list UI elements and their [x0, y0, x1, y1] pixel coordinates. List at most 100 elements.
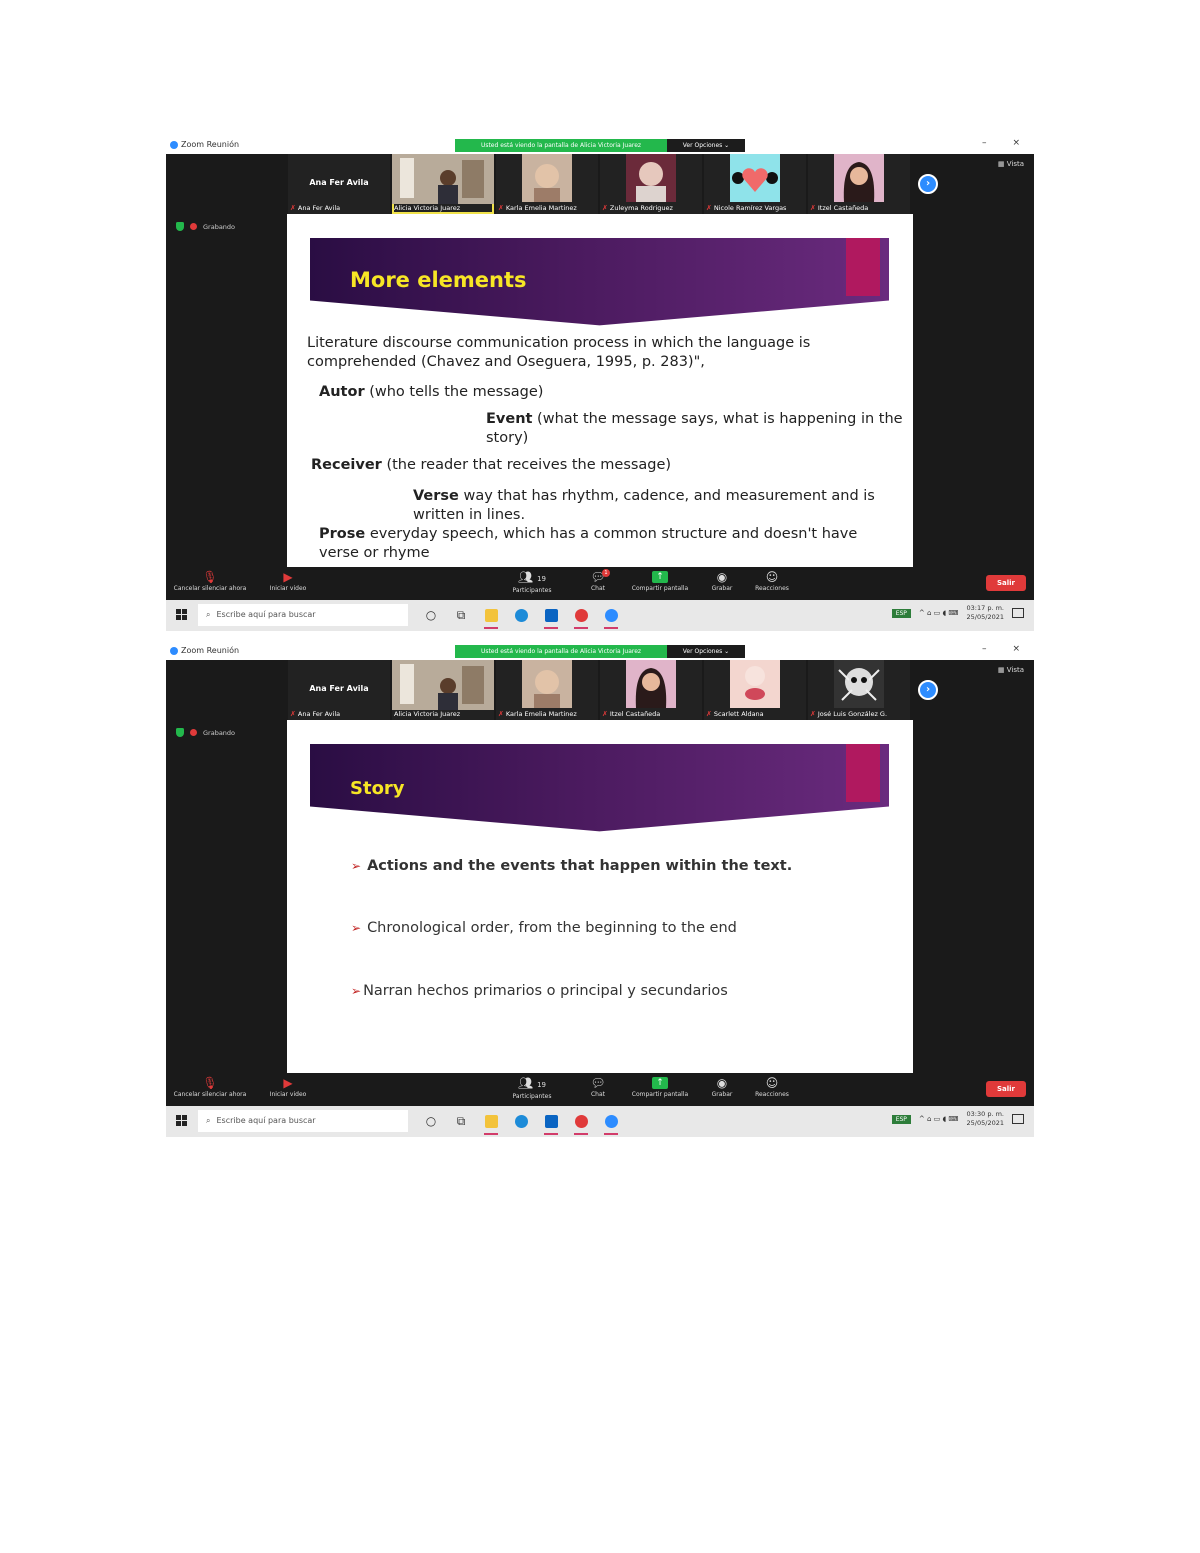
cortana-icon[interactable]: ○: [421, 1111, 441, 1131]
windows-taskbar: ⌕ Escribe aquí para buscar ○ ⧉ ESP ^ ⌂ ▭ …: [166, 1106, 1034, 1137]
tray-icons[interactable]: ^ ⌂ ▭ ◖ ⌨: [919, 1115, 959, 1123]
shield-icon[interactable]: [176, 222, 184, 231]
record-dot-icon: [190, 223, 197, 230]
leave-button[interactable]: Salir: [986, 1081, 1026, 1097]
minimize-button[interactable]: –: [982, 644, 987, 654]
participant-tile[interactable]: ✗ José Luis González G.: [808, 660, 910, 720]
slide-title: Story: [350, 778, 405, 799]
edge-icon[interactable]: [511, 605, 531, 625]
participant-video: [626, 660, 676, 708]
cortana-icon[interactable]: ○: [421, 605, 441, 625]
unmute-button[interactable]: 🎙︎ Cancelar silenciar ahora: [170, 1075, 250, 1098]
language-badge[interactable]: ESP: [891, 608, 911, 618]
arrow-bullet-icon: ➢: [351, 921, 362, 935]
next-page-icon[interactable]: ›: [918, 680, 938, 700]
view-options-button[interactable]: Ver Opciones ⌄: [667, 645, 745, 658]
participant-name-display: Ana Fer Avila: [309, 178, 369, 187]
slide-title-bar: Story: [310, 744, 889, 836]
zoom-logo-icon: [170, 140, 178, 149]
window-title: Zoom Reunión: [170, 140, 239, 149]
participant-tile[interactable]: Ana Fer Avila ✗ Ana Fer Avila: [288, 660, 390, 720]
notification-icon[interactable]: [1012, 1114, 1024, 1124]
next-page-icon[interactable]: ›: [918, 174, 938, 194]
outlook-icon[interactable]: [541, 605, 561, 629]
view-button[interactable]: ▦ Vista: [998, 666, 1024, 674]
zoom-screenshot-2: Zoom Reunión Usted está viendo la pantal…: [166, 643, 1034, 1137]
participant-video: [522, 154, 572, 202]
slide-item-verse: Verse way that has rhythm, cadence, and …: [413, 488, 875, 523]
file-explorer-icon[interactable]: [481, 1111, 501, 1135]
slide-title-bar: More elements: [310, 238, 889, 330]
file-explorer-icon[interactable]: [481, 605, 501, 629]
shield-icon[interactable]: [176, 728, 184, 737]
participant-tile[interactable]: ✗ Zuleyma Rodriguez: [600, 154, 702, 214]
mic-off-icon: ✗: [290, 204, 296, 212]
participant-tile[interactable]: ✗ Itzel Castañeda: [600, 660, 702, 720]
participant-video: [392, 660, 494, 710]
zoom-logo-icon: [170, 646, 178, 655]
windows-start-icon[interactable]: [176, 1115, 187, 1126]
participants-icon: 👥︎ 19: [518, 570, 546, 584]
meeting-status: Grabando: [176, 222, 235, 231]
taskbar-search-input[interactable]: ⌕ Escribe aquí para buscar: [198, 1110, 408, 1132]
participant-tile[interactable]: ✗ Scarlett Aldana: [704, 660, 806, 720]
mic-off-icon: ✗: [810, 710, 816, 718]
task-view-icon[interactable]: ⧉: [451, 1111, 471, 1131]
tray-icons[interactable]: ^ ⌂ ▭ ◖ ⌨: [919, 609, 959, 617]
edge-icon[interactable]: [511, 1111, 531, 1131]
view-button[interactable]: ▦ Vista: [998, 160, 1024, 168]
notification-icon[interactable]: [1012, 608, 1024, 618]
start-video-button[interactable]: ▶︎ Iniciar video: [248, 569, 328, 592]
record-icon: ◉: [716, 570, 728, 584]
close-button[interactable]: ×: [1012, 138, 1020, 148]
mic-off-icon: ✗: [602, 204, 608, 212]
language-badge[interactable]: ESP: [891, 1114, 911, 1124]
slide-title: More elements: [350, 268, 527, 292]
task-view-icon[interactable]: ⧉: [451, 605, 471, 625]
shared-slide: More elements Literature discourse commu…: [287, 214, 913, 567]
participant-video: [392, 154, 494, 204]
slide-item-prose: Prose everyday speech, which has a commo…: [319, 526, 858, 561]
participant-tile[interactable]: ✗ Itzel Castañeda: [808, 154, 910, 214]
slide-item-event: Event (what the message says, what is ha…: [486, 411, 903, 446]
reactions-button[interactable]: ☺ Reacciones: [732, 1075, 812, 1098]
participant-tile[interactable]: ✗ Karla Emelia Martinez: [496, 660, 598, 720]
participant-tile[interactable]: ✗ Nicole Ramírez Vargas: [704, 154, 806, 214]
window-titlebar: Zoom Reunión Usted está viendo la pantal…: [166, 137, 1034, 154]
windows-start-icon[interactable]: [176, 609, 187, 620]
share-screen-icon: ↑: [652, 571, 668, 583]
system-tray: ESP ^ ⌂ ▭ ◖ ⌨ 03:30 p. m. 25/05/2021: [891, 1110, 1024, 1128]
participant-tile[interactable]: Alicia Victoria Juarez: [392, 660, 494, 720]
chrome-icon[interactable]: [601, 1111, 621, 1135]
share-banner: Usted está viendo la pantalla de Alicia …: [455, 645, 667, 658]
start-video-button[interactable]: ▶︎ Iniciar video: [248, 1075, 328, 1098]
window-controls: – ×: [982, 644, 1020, 654]
participant-tile[interactable]: Ana Fer Avila ✗ Ana Fer Avila: [288, 154, 390, 214]
taskbar-apps: ○ ⧉: [421, 1111, 621, 1135]
chrome-icon[interactable]: [601, 605, 621, 629]
outlook-icon[interactable]: [541, 1111, 561, 1135]
word-icon[interactable]: [571, 605, 591, 629]
mic-off-icon: ✗: [602, 710, 608, 718]
meeting-area: Ana Fer Avila ✗ Ana Fer Avila Alicia Vict…: [166, 154, 1034, 600]
participant-tile-active[interactable]: Alicia Victoria Juarez: [392, 154, 494, 214]
slide-bullet: ➢ Actions and the events that happen with…: [351, 858, 793, 874]
view-options-button[interactable]: Ver Opciones ⌄: [667, 139, 745, 152]
mic-off-icon: ✗: [810, 204, 816, 212]
taskbar-clock[interactable]: 03:30 p. m. 25/05/2021: [967, 1110, 1004, 1128]
mic-off-icon: ✗: [498, 710, 504, 718]
taskbar-clock[interactable]: 03:17 p. m. 25/05/2021: [967, 604, 1004, 622]
share-screen-icon: ↑: [652, 1077, 668, 1089]
unmute-button[interactable]: 🎙︎ Cancelar silenciar ahora: [170, 569, 250, 592]
windows-taskbar: ⌕ Escribe aquí para buscar ○ ⧉ ESP ^ ⌂ ▭ …: [166, 600, 1034, 631]
mic-off-icon: 🎙︎: [202, 1076, 218, 1090]
participant-tile[interactable]: ✗ Karla Emelia Martinez: [496, 154, 598, 214]
reactions-button[interactable]: ☺ Reacciones: [732, 569, 812, 592]
close-button[interactable]: ×: [1012, 644, 1020, 654]
taskbar-search-input[interactable]: ⌕ Escribe aquí para buscar: [198, 604, 408, 626]
minimize-button[interactable]: –: [982, 138, 987, 148]
word-icon[interactable]: [571, 1111, 591, 1135]
leave-button[interactable]: Salir: [986, 575, 1026, 591]
mic-off-icon: ✗: [290, 710, 296, 718]
zoom-screenshot-1: Zoom Reunión Usted está viendo la pantal…: [166, 137, 1034, 631]
